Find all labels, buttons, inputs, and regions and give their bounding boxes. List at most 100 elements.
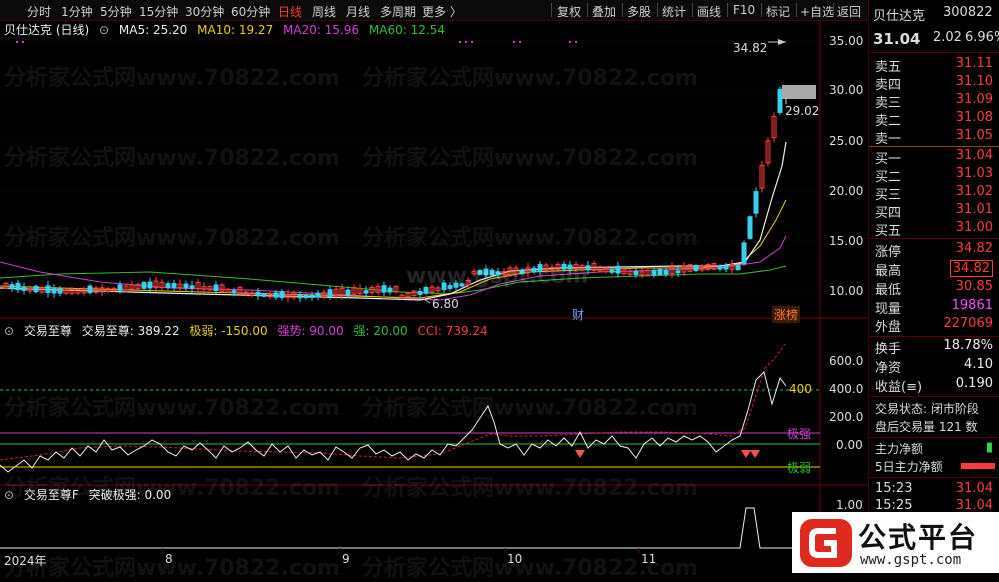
candle-body bbox=[279, 291, 285, 299]
price-tick: 25.00 bbox=[829, 134, 864, 148]
candle-body bbox=[561, 263, 567, 270]
multi-stock-button[interactable]: 多股 bbox=[627, 3, 651, 20]
candle-body bbox=[417, 290, 423, 295]
main-flow-5d-row[interactable]: 5日主力净额 bbox=[875, 458, 997, 475]
stat-row-turnover: 换手 18.78% bbox=[875, 338, 993, 357]
stock-name: 贝仕达克 bbox=[873, 9, 926, 24]
candle-body bbox=[363, 290, 369, 294]
qiang-value: 强: 20.00 bbox=[353, 324, 408, 338]
main-flow-row[interactable]: 主力净额 ▮ bbox=[875, 440, 997, 457]
jiaoyi-zhizun-line bbox=[0, 371, 787, 473]
candle-body bbox=[51, 288, 57, 294]
back-button[interactable]: 返回 bbox=[837, 3, 861, 20]
bid-row[interactable]: 买一 31.04 bbox=[875, 148, 997, 167]
tupo-jiqiang-line bbox=[0, 507, 820, 549]
toolbar-divider bbox=[796, 3, 797, 17]
add-watchlist-button[interactable]: +自选 bbox=[800, 3, 834, 20]
toolbar-divider bbox=[551, 3, 552, 17]
gspt-logo-card: 公式平台 www.gspt.com bbox=[792, 512, 999, 573]
candle-body bbox=[585, 265, 591, 271]
candle-body bbox=[495, 271, 501, 276]
ask-row[interactable]: 卖二 31.08 bbox=[875, 110, 997, 129]
cci-line bbox=[0, 343, 786, 461]
candle-body bbox=[231, 290, 237, 294]
ma10-value: MA10: 19.27 bbox=[197, 23, 274, 37]
indicator2-value: 突破极强: 0.00 bbox=[88, 488, 172, 502]
candle-body bbox=[537, 264, 543, 272]
candle-body bbox=[327, 289, 333, 297]
low-price-label: 6.80 bbox=[432, 297, 459, 311]
candle-body bbox=[345, 289, 351, 296]
candle-body bbox=[255, 291, 261, 297]
overlay-button[interactable]: 叠加 bbox=[592, 3, 616, 20]
draw-line-button[interactable]: 画线 bbox=[697, 3, 721, 20]
tab-monthly[interactable]: 月线 bbox=[346, 3, 370, 20]
ask-row[interactable]: 卖一 31.05 bbox=[875, 128, 997, 147]
bid-row[interactable]: 买四 31.01 bbox=[875, 202, 997, 221]
ind1-tick: 600.0 bbox=[829, 354, 864, 368]
candle-body bbox=[693, 265, 699, 272]
jiqiang-label: 极强 bbox=[787, 427, 812, 441]
candle-body bbox=[741, 242, 747, 265]
qiangshi-value: 强势: 90.00 bbox=[277, 324, 344, 338]
ask-row[interactable]: 卖五 31.11 bbox=[875, 56, 997, 75]
last-price: 31.04 bbox=[873, 30, 921, 48]
candle-body bbox=[381, 285, 387, 293]
candle-body bbox=[21, 286, 27, 291]
candle-body bbox=[315, 292, 321, 298]
bid-row[interactable]: 买二 31.03 bbox=[875, 166, 997, 185]
mark-button[interactable]: 标记 bbox=[766, 3, 790, 20]
main-legend: 贝仕达克 (日线) ⊙ MA5: 25.20 MA10: 19.27 MA20:… bbox=[4, 21, 451, 38]
tab-15min[interactable]: 15分钟 bbox=[139, 3, 178, 20]
candle-body bbox=[615, 265, 621, 274]
candle-body bbox=[633, 270, 639, 276]
f10-button[interactable]: F10 bbox=[733, 3, 755, 17]
ask-row[interactable]: 卖四 31.10 bbox=[875, 74, 997, 93]
flow-5d-bar bbox=[961, 463, 995, 469]
tab-5min[interactable]: 5分钟 bbox=[100, 3, 132, 20]
kline-chart-area[interactable]: 分析家公式网www.70822.com 分析家公式网www.70822.com … bbox=[0, 20, 868, 581]
tab-1min[interactable]: 1分钟 bbox=[61, 3, 93, 20]
bid-row[interactable]: 买三 31.02 bbox=[875, 184, 997, 203]
candle-body bbox=[15, 282, 21, 291]
zhangting-badge[interactable]: 涨榜 bbox=[772, 306, 801, 323]
stat-row-eps: 收益(≡) 0.190 bbox=[875, 376, 993, 395]
trade-status: 交易状态: 闭市阶段 bbox=[875, 402, 979, 416]
period-toolbar: 分时 1分钟 5分钟 15分钟 30分钟 60分钟 日线 周线 月线 多周期 更… bbox=[0, 0, 868, 21]
candle-body bbox=[171, 282, 177, 288]
pct-change: 6.96% bbox=[965, 30, 999, 45]
candle-body bbox=[735, 265, 741, 271]
collapse-icon[interactable]: ⊙ bbox=[99, 23, 109, 37]
ma20-value: MA20: 15.96 bbox=[283, 23, 360, 37]
time-label: 8 bbox=[165, 552, 173, 566]
candle-body bbox=[663, 270, 669, 275]
ask-row[interactable]: 卖三 31.09 bbox=[875, 92, 997, 111]
indicator2-name[interactable]: 交易至尊F bbox=[24, 488, 79, 502]
candle-body bbox=[297, 294, 303, 299]
tab-more[interactable]: 更多 〉 bbox=[422, 3, 462, 20]
toolbar-divider bbox=[657, 3, 658, 17]
finance-badge[interactable]: 财 bbox=[572, 306, 584, 323]
tab-60min[interactable]: 60分钟 bbox=[231, 3, 270, 20]
bid-row[interactable]: 买五 31.00 bbox=[875, 220, 997, 239]
candle-body bbox=[33, 285, 39, 293]
chart-title: 贝仕达克 (日线) bbox=[4, 23, 90, 37]
collapse-icon[interactable]: ⊙ bbox=[4, 324, 14, 338]
tab-fenshi[interactable]: 分时 bbox=[27, 3, 51, 20]
time-label: 11 bbox=[641, 552, 657, 566]
fuquan-button[interactable]: 复权 bbox=[557, 3, 581, 20]
stats-button[interactable]: 统计 bbox=[662, 3, 686, 20]
after-hours-volume: 盘后交易量 121 数 bbox=[875, 420, 978, 434]
brand-url: www.gspt.com bbox=[860, 552, 962, 568]
tab-multi-period[interactable]: 多周期 bbox=[380, 3, 416, 20]
quote-row-waipan: 外盘 227069 bbox=[875, 316, 993, 335]
price-tick: 15.00 bbox=[829, 234, 864, 248]
collapse-icon[interactable]: ⊙ bbox=[4, 488, 14, 502]
candle-body bbox=[489, 269, 495, 276]
tab-weekly[interactable]: 周线 bbox=[312, 3, 336, 20]
tab-daily[interactable]: 日线 bbox=[278, 3, 302, 20]
candle-body bbox=[531, 267, 537, 273]
tab-30min[interactable]: 30分钟 bbox=[185, 3, 224, 20]
candle-body bbox=[141, 282, 147, 289]
indicator1-name[interactable]: 交易至尊 bbox=[24, 324, 72, 338]
